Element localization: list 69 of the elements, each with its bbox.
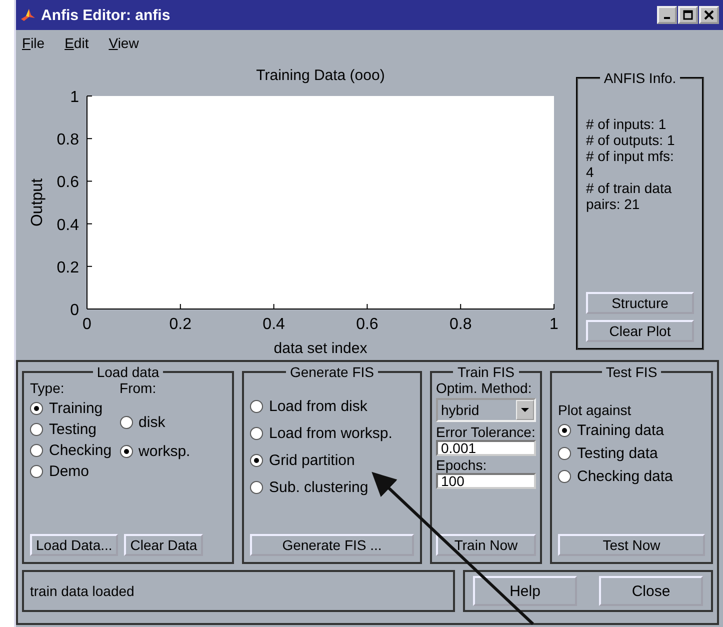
x-tick-label: 0.6: [356, 316, 378, 333]
action-button[interactable]: Structure: [586, 292, 694, 314]
close-icon: [704, 10, 714, 20]
radio-option[interactable]: Training data: [558, 422, 705, 439]
info-text: pairs: 21: [586, 196, 641, 212]
radio-option[interactable]: Load from worksp.: [250, 425, 414, 442]
panel-title: Load data: [96, 364, 160, 380]
radio-option[interactable]: Testing: [30, 421, 112, 438]
x-tick-label: 0.8: [449, 316, 472, 333]
radio-option[interactable]: Demo: [30, 463, 112, 480]
status-message: train data loaded: [22, 570, 455, 612]
generate-fis-button[interactable]: Generate FIS ...: [250, 534, 414, 556]
input-field[interactable]: 0.001: [436, 440, 536, 456]
action-button[interactable]: Clear Plot: [586, 320, 694, 342]
panel-title: Train FIS: [456, 364, 516, 380]
y-tick-label: 0.8: [56, 132, 79, 149]
test-now-button[interactable]: Test Now: [558, 534, 705, 556]
info-text: # of inputs: 1: [586, 116, 668, 132]
menu-item[interactable]: Edit: [64, 35, 89, 51]
maximize-icon: [683, 10, 693, 20]
from-label: From:: [120, 380, 158, 396]
plot-against-label: Plot against: [558, 402, 632, 418]
radio-option[interactable]: Sub. clustering: [250, 479, 414, 496]
x-tick-label: 0.2: [169, 316, 192, 333]
close-button[interactable]: [699, 6, 719, 24]
panel-title: ANFIS Info.: [602, 70, 678, 86]
y-tick-label: 0.6: [56, 174, 79, 192]
chart-title: Training Data (ooo): [256, 67, 385, 84]
x-tick-label: 0: [82, 316, 92, 333]
method-dropdown[interactable]: hybrid: [436, 398, 536, 422]
panel-title: Generate FIS: [288, 364, 376, 380]
menu-item[interactable]: View: [108, 35, 139, 51]
x-tick-label: 0.4: [262, 316, 285, 333]
x-axis-label: data set index: [274, 340, 368, 356]
info-text: 4: [586, 164, 595, 180]
field-label: Optim. Method:: [436, 380, 533, 396]
x-tick-label: 1: [550, 316, 558, 333]
radio-option[interactable]: Load from disk: [250, 398, 414, 415]
radio-option[interactable]: Checking: [30, 442, 112, 459]
info-text: # of outputs: 1: [586, 132, 676, 148]
y-tick-label: 1: [70, 89, 79, 106]
radio-option[interactable]: worksp.: [120, 443, 190, 460]
action-button[interactable]: Load Data...: [30, 534, 118, 556]
maximize-button[interactable]: [678, 6, 698, 24]
y-tick-label: 0.2: [56, 259, 79, 276]
radio-option[interactable]: Training: [30, 400, 112, 417]
action-button[interactable]: Clear Data: [124, 534, 204, 556]
minimize-icon: [664, 17, 670, 19]
minimize-button[interactable]: [657, 6, 677, 24]
y-tick-label: 0.4: [56, 216, 79, 234]
radio-option[interactable]: Checking data: [558, 468, 705, 485]
y-axis-label: Output: [29, 178, 46, 227]
input-field[interactable]: 100: [436, 473, 536, 489]
field-label: Error Tolerance:: [436, 424, 536, 440]
menu-item[interactable]: File: [22, 35, 45, 51]
panel-title: Test FIS: [604, 364, 658, 380]
app-logo-icon: [20, 7, 36, 23]
radio-option[interactable]: Grid partition: [250, 452, 414, 469]
info-text: # of input mfs:: [586, 148, 675, 164]
dialog-button[interactable]: Close: [599, 576, 703, 606]
window-title: Anfis Editor: anfis: [41, 6, 172, 24]
radio-option[interactable]: disk: [120, 414, 190, 431]
dialog-button[interactable]: Help: [473, 576, 577, 606]
radio-option[interactable]: Testing data: [558, 445, 705, 462]
type-label: Type:: [30, 380, 66, 396]
field-label: Epochs:: [436, 457, 488, 473]
y-tick-label: 0: [70, 302, 79, 319]
train-now-button[interactable]: Train Now: [436, 534, 536, 556]
info-text: # of train data: [586, 180, 673, 196]
